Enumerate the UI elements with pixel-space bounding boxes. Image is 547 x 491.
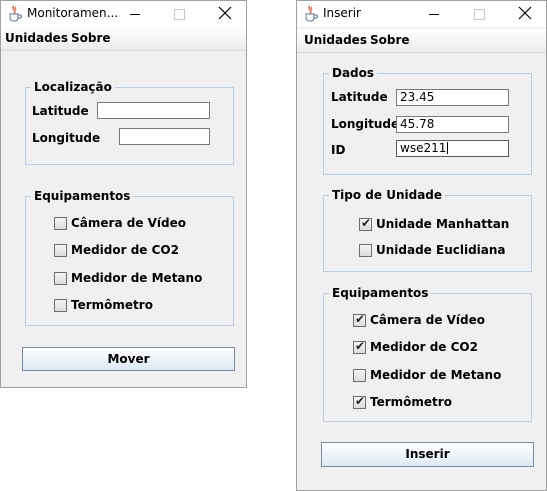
checkbox-box[interactable] bbox=[54, 272, 67, 285]
location-legend: Localização bbox=[31, 80, 115, 94]
minimize-button[interactable] bbox=[417, 1, 451, 27]
id-label: ID bbox=[331, 143, 346, 157]
id-input-text: wse211 bbox=[400, 141, 447, 155]
checkbox-label: Termômetro bbox=[370, 395, 452, 409]
latitude-input[interactable] bbox=[97, 102, 210, 119]
minimize-icon bbox=[130, 14, 140, 15]
menu-sobre[interactable]: Sobre bbox=[370, 33, 410, 47]
checkbox-box[interactable]: ✔ bbox=[353, 312, 366, 327]
close-icon bbox=[218, 6, 232, 20]
checkbox-label: Medidor de CO2 bbox=[71, 243, 179, 257]
menu-unidades[interactable]: Unidades bbox=[304, 33, 367, 47]
checkbox-box[interactable]: ✔ bbox=[353, 394, 366, 409]
equipment-group: Equipamentos ✔ Câmera de Vídeo ✔ Medidor… bbox=[323, 286, 532, 422]
checkbox-box[interactable] bbox=[54, 244, 67, 257]
checkbox-label: Unidade Manhattan bbox=[376, 217, 510, 231]
id-input[interactable]: wse211 bbox=[396, 140, 509, 157]
checkmark-icon: ✔ bbox=[361, 216, 372, 230]
move-button[interactable]: Mover bbox=[22, 347, 235, 371]
longitude-input[interactable] bbox=[119, 128, 210, 145]
checkbox-label: Medidor de CO2 bbox=[370, 340, 478, 354]
checkbox-label: Medidor de Metano bbox=[71, 271, 203, 285]
location-group: Localização Latitude Longitude bbox=[25, 80, 234, 165]
checkbox-box[interactable] bbox=[359, 244, 372, 257]
minimize-icon bbox=[429, 14, 439, 15]
equipment-legend: Equipamentos bbox=[31, 189, 134, 203]
unit-type-legend: Tipo de Unidade bbox=[329, 188, 446, 202]
java-cup-icon bbox=[9, 5, 22, 22]
maximize-button[interactable] bbox=[162, 1, 196, 27]
close-button[interactable] bbox=[507, 1, 541, 27]
main-window: Monitoramen... Unidades Sobre Localizaçã… bbox=[0, 0, 247, 388]
menu-sobre[interactable]: Sobre bbox=[71, 31, 111, 45]
checkbox-label: Unidade Euclidiana bbox=[376, 243, 506, 257]
longitude-label: Longitude bbox=[32, 131, 101, 145]
menu-unidades[interactable]: Unidades bbox=[5, 31, 68, 45]
longitude-input[interactable]: 45.78 bbox=[396, 116, 509, 133]
main-titlebar[interactable]: Monitoramen... bbox=[1, 1, 246, 27]
insert-button[interactable]: Inserir bbox=[321, 442, 534, 467]
checkbox-label: Câmera de Vídeo bbox=[370, 313, 486, 327]
longitude-label: Longitude bbox=[331, 117, 400, 131]
checkmark-icon: ✔ bbox=[355, 394, 366, 408]
minimize-button[interactable] bbox=[118, 1, 152, 27]
insert-window: Inserir Unidades Sobre Dados Latitude 23… bbox=[296, 0, 547, 491]
checkmark-icon: ✔ bbox=[355, 339, 366, 353]
maximize-icon bbox=[474, 9, 485, 20]
unit-type-group: Tipo de Unidade ✔ Unidade Manhattan Unid… bbox=[323, 188, 532, 272]
checkbox-label: Termômetro bbox=[71, 298, 153, 312]
equipment-group: Equipamentos Câmera de Vídeo Medidor de … bbox=[25, 189, 234, 326]
checkmark-icon: ✔ bbox=[355, 312, 366, 326]
checkbox-box[interactable] bbox=[54, 217, 67, 230]
window-title: Monitoramen... bbox=[27, 6, 119, 20]
equipment-legend: Equipamentos bbox=[329, 286, 432, 300]
menubar: Unidades Sobre bbox=[297, 29, 546, 53]
checkbox-label: Medidor de Metano bbox=[370, 368, 502, 382]
insert-titlebar[interactable]: Inserir bbox=[297, 1, 546, 27]
checkbox-box[interactable]: ✔ bbox=[359, 216, 372, 231]
data-legend: Dados bbox=[329, 66, 378, 80]
checkbox-label: Câmera de Vídeo bbox=[71, 216, 187, 230]
window-title: Inserir bbox=[323, 6, 361, 20]
close-button[interactable] bbox=[207, 1, 241, 27]
menubar: Unidades Sobre bbox=[1, 27, 246, 51]
close-icon bbox=[518, 6, 532, 20]
checkbox-box[interactable] bbox=[54, 299, 67, 312]
data-group: Dados Latitude 23.45 Longitude 45.78 ID … bbox=[323, 66, 532, 175]
maximize-button[interactable] bbox=[462, 1, 496, 27]
checkbox-box[interactable] bbox=[353, 369, 366, 382]
latitude-label: Latitude bbox=[331, 90, 388, 104]
latitude-label: Latitude bbox=[32, 104, 89, 118]
text-caret bbox=[447, 142, 449, 154]
java-cup-icon bbox=[305, 5, 318, 22]
maximize-icon bbox=[174, 9, 185, 20]
checkbox-box[interactable]: ✔ bbox=[353, 339, 366, 354]
latitude-input[interactable]: 23.45 bbox=[396, 89, 509, 106]
